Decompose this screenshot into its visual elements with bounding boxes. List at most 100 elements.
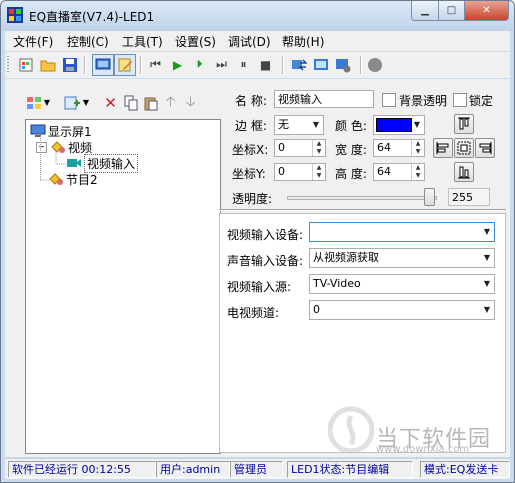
align-center-button[interactable]: [454, 138, 474, 158]
pause-icon: ⏸: [240, 57, 247, 71]
close-button[interactable]: ✕: [465, 1, 509, 21]
add-screen-dropdown[interactable]: ▼: [43, 94, 51, 111]
delete-button[interactable]: ✕: [102, 94, 119, 112]
y-spinbox[interactable]: 0 ▲ ▼: [274, 163, 326, 181]
slider-track: [287, 196, 437, 200]
width-spinbox[interactable]: 64 ▲ ▼: [373, 139, 425, 157]
lock-label: 锁定: [469, 94, 494, 108]
program-tree[interactable]: 显示屏1 − 视频 视频输入 节目2: [25, 119, 221, 454]
close-icon: ✕: [482, 5, 491, 16]
left-pane: ▼ ▼ ✕ 🡡 🡣 显示屏1 − 视频 视频输入 节目2: [12, 86, 221, 454]
section-divider: [219, 209, 506, 211]
opacity-value-box: 255: [448, 188, 490, 206]
move-down-button[interactable]: 🡣: [182, 94, 199, 111]
align-top-button[interactable]: [454, 114, 474, 134]
tree-lines: [40, 136, 68, 182]
opacity-label: 透明度:: [232, 192, 273, 206]
record-icon: [367, 57, 382, 72]
move-up-button[interactable]: 🡡: [162, 94, 179, 111]
toolbar-grip[interactable]: [7, 56, 9, 74]
skip-forward-button[interactable]: ⏭: [213, 56, 230, 73]
tv-channel-label: 电视频道:: [227, 306, 280, 320]
lock-checkbox[interactable]: [453, 93, 467, 107]
minimize-icon: ▁: [421, 5, 429, 16]
align-left-icon: [436, 142, 449, 154]
play-step-icon: ⏵: [196, 57, 203, 71]
chevron-down-icon: ▼: [483, 279, 490, 288]
title-bar[interactable]: EQ直播室(V7.4)-LED1 ▁ □ ✕: [1, 1, 514, 31]
client-area: ▼ ▼ ✕ 🡡 🡣 显示屏1 − 视频 视频输入 节目2 名 称: 视频输入 背…: [5, 79, 510, 457]
add-screen-button[interactable]: [25, 94, 42, 111]
open-button[interactable]: [39, 56, 56, 73]
align-bottom-button[interactable]: [454, 162, 474, 182]
slider-thumb[interactable]: [424, 188, 435, 206]
status-runtime: 软件已经运行 00:12:55: [8, 461, 156, 478]
menu-control[interactable]: 控制(C): [67, 33, 109, 50]
spin-arrows-icon[interactable]: ▲ ▼: [312, 140, 325, 156]
menu-debug[interactable]: 调试(D): [228, 33, 271, 50]
opacity-slider[interactable]: [287, 188, 437, 206]
x-spinbox[interactable]: 0 ▲ ▼: [274, 139, 326, 157]
height-label: 高 度:: [335, 167, 367, 181]
preview-icon: [313, 58, 328, 70]
border-label: 边 框:: [235, 119, 267, 133]
width-label: 宽 度:: [335, 143, 367, 157]
spin-arrows-icon[interactable]: ▲ ▼: [411, 164, 424, 180]
send-button[interactable]: [290, 56, 307, 73]
audio-device-select[interactable]: 从视频源获取 ▼: [309, 248, 495, 268]
tv-channel-select[interactable]: 0 ▼: [309, 300, 495, 320]
chevron-down-icon: ▼: [312, 120, 319, 129]
save-button[interactable]: [61, 56, 78, 73]
skip-back-button[interactable]: ⏮: [147, 56, 164, 73]
play-button[interactable]: ▶: [169, 56, 186, 73]
stop-icon: ■: [259, 57, 272, 72]
tv-channel-value: 0: [313, 303, 320, 316]
menu-tools[interactable]: 工具(T): [122, 33, 163, 50]
align-left-button[interactable]: [433, 138, 453, 158]
align-center-icon: [457, 141, 471, 155]
spin-arrows-icon[interactable]: ▲ ▼: [312, 164, 325, 180]
arrow-up-icon: 🡡: [165, 93, 176, 110]
video-source-label: 视频输入源:: [227, 280, 292, 294]
toolbar-separator: [140, 56, 142, 74]
status-mode: 模式:EQ发送卡: [420, 461, 510, 478]
edit-program-button[interactable]: [114, 54, 136, 76]
skip-forward-icon: ⏭: [216, 57, 227, 71]
video-source-select[interactable]: TV-Video ▼: [309, 274, 495, 294]
arrow-down-icon: 🡣: [185, 93, 196, 110]
pause-button[interactable]: ⏸: [235, 56, 252, 73]
color-select[interactable]: ▼: [373, 115, 425, 135]
name-input[interactable]: 视频输入: [274, 90, 374, 108]
record-button[interactable]: [366, 56, 383, 73]
properties-panel: 名 称: 视频输入 背景透明 锁定 边 框: 无 ▼ 颜 色: ▼ 坐标X: 0…: [219, 85, 506, 208]
minimize-button[interactable]: ▁: [411, 1, 439, 21]
status-led: LED1状态:节目编辑: [287, 461, 413, 478]
y-value: 0: [278, 165, 285, 178]
settings-screen-button[interactable]: [334, 56, 351, 73]
video-device-select[interactable]: ▼: [309, 222, 495, 242]
edit-mode-button[interactable]: [92, 54, 114, 76]
bg-transparent-checkbox[interactable]: [382, 93, 396, 107]
align-top-icon: [458, 117, 470, 130]
stop-button[interactable]: ■: [257, 56, 274, 73]
menu-settings[interactable]: 设置(S): [175, 33, 216, 50]
align-right-button[interactable]: [475, 138, 495, 158]
x-value: 0: [278, 141, 285, 154]
spin-arrows-icon[interactable]: ▲ ▼: [411, 140, 424, 156]
copy-button[interactable]: [122, 94, 139, 111]
preview-button[interactable]: [312, 56, 329, 73]
play-step-button[interactable]: ⏵: [191, 56, 208, 73]
add-item-dropdown[interactable]: ▼: [82, 94, 90, 111]
maximize-button[interactable]: □: [439, 1, 465, 21]
height-spinbox[interactable]: 64 ▲ ▼: [373, 163, 425, 181]
align-right-icon: [479, 142, 492, 154]
menu-help[interactable]: 帮助(H): [282, 33, 324, 50]
border-select[interactable]: 无 ▼: [274, 115, 324, 135]
audio-device-value: 从视频源获取: [313, 251, 379, 264]
new-button[interactable]: [17, 56, 34, 73]
paste-button[interactable]: [142, 94, 159, 111]
menu-file[interactable]: 文件(F): [13, 33, 53, 50]
chevron-down-icon: ▼: [43, 98, 51, 107]
add-item-button[interactable]: [63, 94, 80, 111]
skip-back-icon: ⏮: [150, 57, 161, 71]
